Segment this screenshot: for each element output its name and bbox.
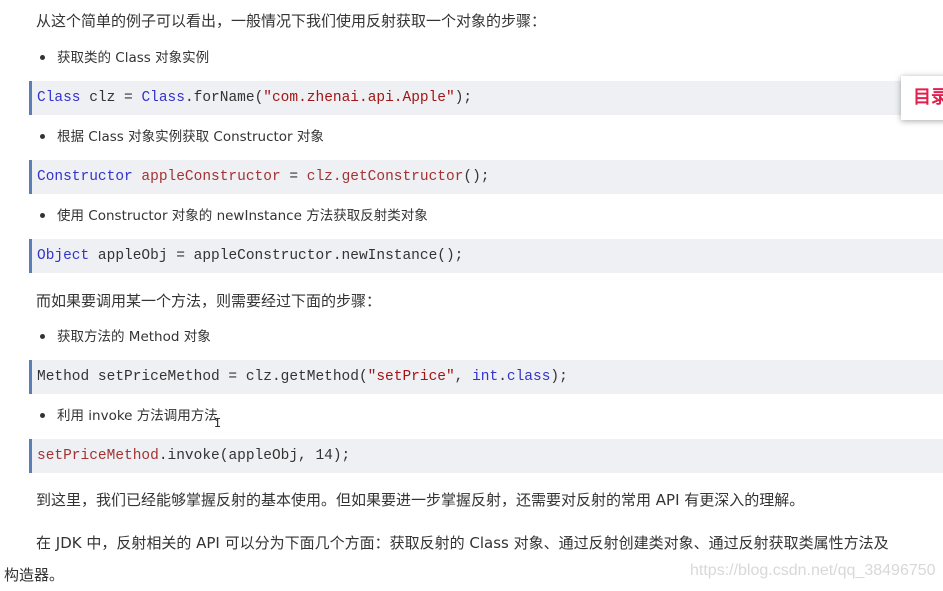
code-token: Method setPriceMethod = clz.getMethod( <box>37 369 368 385</box>
list-item-text: 利用 invoke 方法调用方法 <box>57 408 218 424</box>
code-token: Constructor <box>37 169 133 185</box>
code-block: Object appleObj = appleConstructor.newIn… <box>29 239 943 273</box>
code-token: "com.zhenai.api.Apple" <box>263 90 455 106</box>
code-block: setPriceMethod.invoke(appleObj, 14); <box>29 439 943 473</box>
summary-paragraph: 到这里，我们已经能够掌握反射的基本使用。但如果要进一步掌握反射，还需要对反射的常… <box>36 491 805 509</box>
code-token: , <box>454 369 473 385</box>
code-block: Method setPriceMethod = clz.getMethod("s… <box>29 360 943 394</box>
list-item-text: 获取类的 Class 对象实例 <box>57 50 210 66</box>
code-token: clz = <box>80 90 142 106</box>
list-item-text: 使用 Constructor 对象的 newInstance 方法获取反射类对象 <box>57 208 428 224</box>
code-token: "setPrice" <box>367 369 455 385</box>
code-token: Class <box>141 90 185 106</box>
code-token: (); <box>463 169 490 185</box>
code-token: ); <box>550 369 568 385</box>
code-token: clz.getConstructor <box>306 169 464 185</box>
watermark: https://blog.csdn.net/qq_38496750 <box>690 562 936 579</box>
text-cursor-icon: I <box>214 416 222 430</box>
bullet-icon <box>40 333 45 339</box>
list-item-text: 根据 Class 对象实例获取 Constructor 对象 <box>57 129 324 145</box>
code-token: class <box>506 369 551 385</box>
list-item: 获取方法的 Method 对象 <box>40 327 211 347</box>
bullet-icon <box>40 212 45 218</box>
code-token: .invoke(appleObj, 14); <box>158 448 351 464</box>
list-item-text: 获取方法的 Method 对象 <box>57 329 211 345</box>
code-token: . <box>498 369 507 385</box>
bullet-icon <box>40 133 45 139</box>
list-item: 获取类的 Class 对象实例 <box>40 48 209 68</box>
code-token: .forName( <box>184 90 264 106</box>
code-block: Class clz = Class.forName("com.zhenai.ap… <box>29 81 943 115</box>
code-token: Object <box>37 248 90 264</box>
code-token: appleConstructor <box>141 169 281 185</box>
bullet-icon <box>40 54 45 60</box>
code-token: setPriceMethod <box>37 448 159 464</box>
code-token: int <box>472 369 499 385</box>
code-token: Class <box>37 90 81 106</box>
code-token: appleObj = appleConstructor.newInstance(… <box>89 248 464 264</box>
method-intro-paragraph: 而如果要调用某一个方法，则需要经过下面的步骤： <box>36 292 382 310</box>
list-item: 利用 invoke 方法调用方法 <box>40 406 218 426</box>
intro-paragraph: 从这个简单的例子可以看出，一般情况下我们使用反射获取一个对象的步骤： <box>36 12 547 30</box>
bullet-icon <box>40 412 45 418</box>
api-paragraph: 在 JDK 中，反射相关的 API 可以分为下面几个方面：获取反射的 Class… <box>36 534 889 552</box>
list-item: 使用 Constructor 对象的 newInstance 方法获取反射类对象 <box>40 206 428 226</box>
code-token: = <box>280 169 307 185</box>
list-item: 根据 Class 对象实例获取 Constructor 对象 <box>40 127 324 147</box>
code-block: Constructor appleConstructor = clz.getCo… <box>29 160 943 194</box>
code-token: ); <box>454 90 473 106</box>
api-paragraph-cont: 构造器。 <box>4 566 65 584</box>
toc-button[interactable]: 目录 <box>901 76 943 120</box>
